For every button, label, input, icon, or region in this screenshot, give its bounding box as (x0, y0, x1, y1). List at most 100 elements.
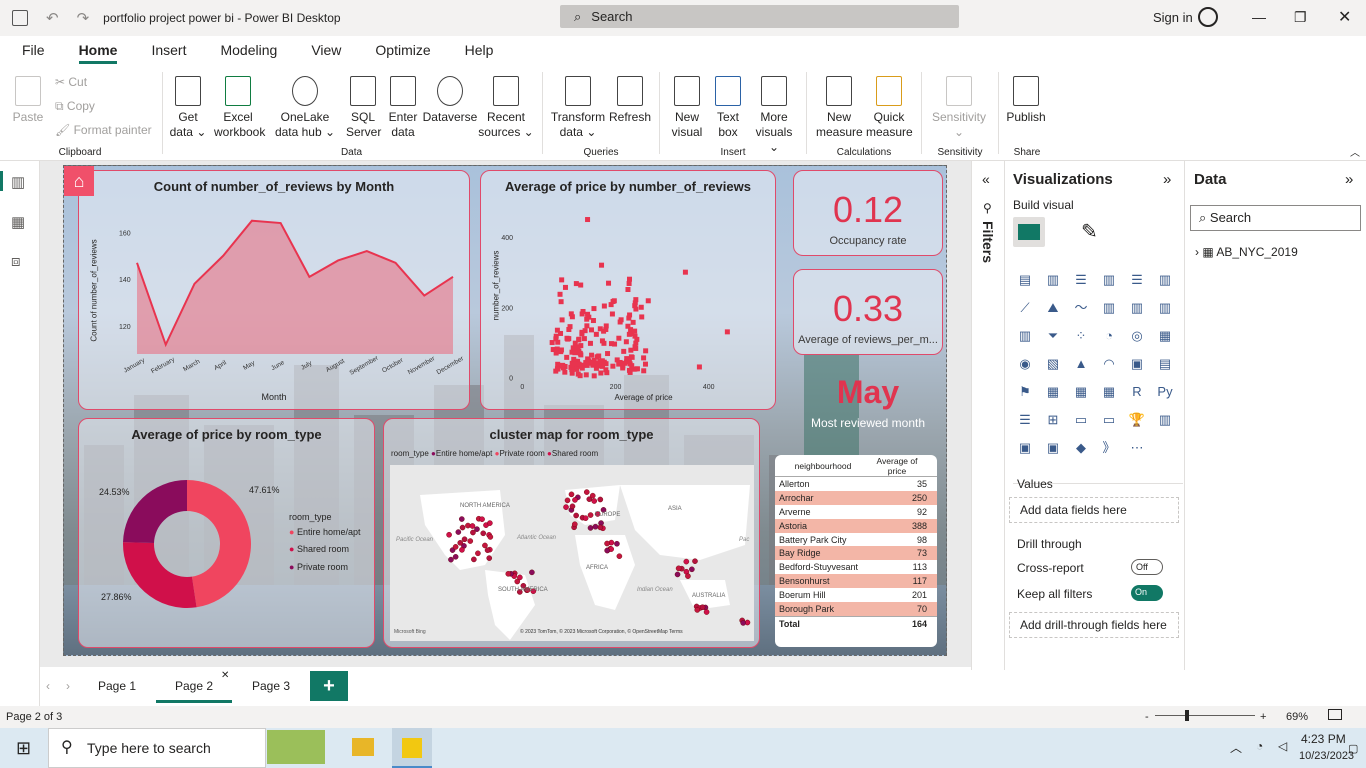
visual-type-icon[interactable]: ▤ (1015, 271, 1035, 289)
visual-type-icon[interactable]: ▦ (1043, 383, 1063, 401)
recent-sources-button[interactable]: Recent sources ⌄ (478, 76, 534, 140)
add-page-button[interactable]: + (310, 671, 348, 701)
table-row[interactable]: Bay Ridge 73 (775, 546, 937, 561)
most-reviewed-card[interactable]: May Most reviewed month (793, 372, 943, 432)
enter-data-button[interactable]: Enter data (386, 76, 420, 140)
visual-type-icon[interactable]: R (1127, 383, 1147, 401)
volume-icon[interactable]: ◁ (1278, 739, 1287, 753)
visual-type-icon[interactable]: Py (1155, 383, 1175, 401)
visual-type-icon[interactable]: ▥ (1043, 271, 1063, 289)
table-row[interactable]: Arrochar 250 (775, 490, 937, 505)
zoom-out-icon[interactable]: - (1145, 708, 1149, 726)
fit-page-icon[interactable] (1328, 709, 1342, 720)
visual-type-icon[interactable]: 〜 (1071, 299, 1091, 317)
windows-start-icon[interactable]: ⊞ (16, 738, 31, 759)
quick-measure-button[interactable]: Quick measure (866, 76, 913, 140)
visual-type-icon[interactable]: ☰ (1127, 271, 1147, 289)
visual-type-icon[interactable]: 》 (1099, 439, 1119, 457)
donut-legend-item[interactable]: ● Entire home/apt (289, 527, 361, 537)
table-row[interactable]: Arverne 92 (775, 505, 937, 519)
copy-button[interactable]: ⧉ Copy (55, 99, 95, 114)
onelake-button[interactable]: OneLake data hub ⌄ (268, 76, 342, 140)
table-view-icon[interactable]: ▦ (11, 213, 29, 231)
excel-button[interactable]: Excel workbook (214, 76, 265, 140)
visual-type-icon[interactable]: ▥ (1127, 299, 1147, 317)
visual-type-icon[interactable]: ▦ (1155, 327, 1175, 345)
avatar-icon[interactable] (1198, 7, 1218, 27)
close-icon[interactable]: ✕ (1338, 7, 1351, 27)
scatter-chart-panel[interactable]: Average of price by number_of_reviews 02… (480, 170, 776, 410)
get-data-button[interactable]: Get data ⌄ (169, 76, 207, 140)
map-attribution[interactable]: © 2023 TomTom, © 2023 Microsoft Corporat… (520, 629, 683, 635)
zoom-slider[interactable] (1155, 715, 1255, 716)
more-visuals-button[interactable]: More visuals ⌄ (749, 76, 799, 155)
data-table-item[interactable]: › ▦ AB_NYC_2019 (1195, 245, 1298, 259)
next-page-icon[interactable]: › (66, 679, 70, 693)
visual-type-icon[interactable]: ◆ (1071, 439, 1091, 457)
menu-view[interactable]: View (311, 36, 341, 66)
table-row[interactable]: Battery Park City 98 (775, 533, 937, 547)
tray-chevron-icon[interactable]: ︿ (1230, 739, 1242, 756)
values-well[interactable]: Add data fields here (1009, 497, 1179, 523)
tab-page-1[interactable]: Page 1 (80, 670, 154, 703)
reviews-per-month-card[interactable]: 0.33 Average of reviews_per_m... (793, 269, 943, 355)
text-box-button[interactable]: Text box (711, 76, 745, 140)
visual-type-icon[interactable]: ⋯ (1127, 439, 1147, 457)
paste-button[interactable]: Paste (10, 76, 46, 125)
donut-legend-item[interactable]: ● Shared room (289, 544, 349, 554)
menu-optimize[interactable]: Optimize (375, 36, 430, 66)
sql-server-button[interactable]: SQL Server (346, 76, 381, 140)
visual-type-icon[interactable]: ▣ (1015, 439, 1035, 457)
donut-legend-item[interactable]: ● Private room (289, 562, 348, 572)
news-widget-icon[interactable] (267, 730, 325, 764)
redo-icon[interactable]: ↷ (77, 9, 90, 27)
neighbourhood-price-table[interactable]: neighbourhood Average of price Allerton 3… (775, 455, 937, 647)
zoom-in-icon[interactable]: + (1260, 708, 1266, 726)
table-row[interactable]: Bensonhurst 117 (775, 574, 937, 589)
visual-type-icon[interactable]: ◠ (1099, 355, 1119, 373)
new-measure-button[interactable]: New measure (816, 76, 863, 140)
collapse-data-icon[interactable]: » (1345, 171, 1353, 188)
visual-type-icon[interactable]: ▦ (1099, 383, 1119, 401)
map-panel[interactable]: cluster map for room_type room_type ●Ent… (383, 418, 760, 648)
keep-filters-toggle[interactable]: On (1131, 585, 1163, 601)
notifications-icon[interactable]: ▢ (1348, 742, 1358, 755)
table-header-price[interactable]: Average of price (867, 456, 933, 476)
report-view-icon[interactable]: ▥ (0, 171, 29, 191)
cross-report-toggle[interactable]: Off (1131, 559, 1163, 575)
clock-time[interactable]: 4:23 PM (1301, 732, 1346, 746)
visual-type-icon[interactable]: ⚑ (1015, 383, 1035, 401)
visual-type-icon[interactable]: ⏷ (1043, 327, 1063, 345)
visual-type-icon[interactable]: ▤ (1155, 355, 1175, 373)
refresh-button[interactable]: Refresh (608, 76, 652, 125)
collapse-viz-icon[interactable]: » (1163, 171, 1171, 188)
filters-pane[interactable]: « ⚲ Filters (971, 161, 1005, 670)
cut-button[interactable]: ✂ Cut (55, 75, 87, 89)
menu-help[interactable]: Help (465, 36, 494, 66)
visual-type-icon[interactable]: ▭ (1099, 411, 1119, 429)
maximize-icon[interactable]: ❐ (1294, 9, 1307, 26)
minimize-icon[interactable]: — (1252, 9, 1266, 25)
visual-type-icon[interactable]: ▥ (1099, 271, 1119, 289)
menu-home[interactable]: Home (78, 36, 117, 66)
taskbar-search[interactable]: ⚲ Type here to search (48, 728, 266, 768)
new-visual-button[interactable]: New visual (667, 76, 707, 140)
visual-type-icon[interactable]: ☰ (1071, 271, 1091, 289)
dataverse-button[interactable]: Dataverse (422, 76, 478, 125)
transform-data-button[interactable]: Transform data ⌄ (550, 76, 606, 140)
format-visual-icon[interactable]: ✎ (1081, 219, 1098, 244)
visual-type-icon[interactable]: ◔ (1099, 327, 1119, 345)
visual-type-icon[interactable]: ⁘ (1071, 327, 1091, 345)
table-row[interactable]: Allerton 35 (775, 477, 937, 491)
menu-file[interactable]: File (22, 36, 45, 66)
table-row[interactable]: Astoria 388 (775, 518, 937, 533)
visual-type-icon[interactable]: ▧ (1043, 355, 1063, 373)
visual-type-icon[interactable]: ◉ (1015, 355, 1035, 373)
prev-page-icon[interactable]: ‹ (46, 679, 50, 693)
visual-type-icon[interactable]: ▥ (1155, 271, 1175, 289)
visual-type-icon[interactable]: ⊞ (1043, 411, 1063, 429)
publish-button[interactable]: Publish (1004, 76, 1048, 125)
visual-type-icon[interactable]: ▣ (1127, 355, 1147, 373)
drill-through-well[interactable]: Add drill-through fields here (1009, 612, 1179, 638)
build-visual-tab[interactable] (1013, 217, 1045, 247)
